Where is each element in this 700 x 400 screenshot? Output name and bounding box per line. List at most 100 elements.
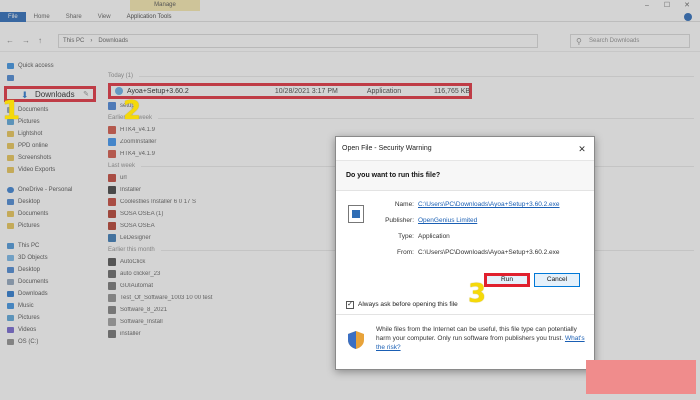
nav-quick-access[interactable]: Quick access (0, 60, 100, 72)
breadcrumb-downloads[interactable]: Downloads (98, 38, 128, 44)
name-value-link[interactable]: C:\Users\PC\Downloads\Ayoa+Setup+3.60.2.… (418, 201, 560, 208)
nav-label: Desktop (18, 267, 41, 273)
dialog-title: Open File - Security Warning (342, 145, 432, 152)
app-icon (108, 234, 116, 242)
nav-label: Downloads (35, 89, 75, 99)
forward-arrow-icon[interactable]: → (22, 36, 32, 45)
always-ask-checkbox[interactable]: ✓ (346, 301, 354, 309)
nav-onedrive-desktop[interactable]: Desktop (0, 196, 100, 208)
context-tab-manage[interactable]: Manage (130, 0, 200, 11)
group-header-today[interactable]: Today (1) (104, 70, 700, 82)
close-icon[interactable]: ✕ (576, 137, 588, 161)
file-name: GUIAutomat (120, 283, 154, 289)
nav-os-drive[interactable]: OS (C:) (0, 336, 100, 348)
warning-text: While files from the Internet can be use… (376, 326, 577, 342)
file-name: Software_8_2021 (120, 307, 168, 313)
maximize-button[interactable]: ☐ (658, 0, 676, 11)
name-label: Name: (394, 201, 414, 208)
group-label: Today (1) (108, 73, 134, 79)
nav-onedrive[interactable]: OneDrive - Personal (0, 184, 100, 196)
search-icon: ⚲ (576, 37, 582, 46)
help-icon[interactable] (684, 13, 692, 21)
dialog-question: Do you want to run this file? (336, 161, 594, 191)
nav-pc-pictures[interactable]: Pictures (0, 312, 100, 324)
nav-pc-downloads[interactable]: Downloads (0, 288, 100, 300)
file-details: Name: C:\Users\PC\Downloads\Ayoa+Setup+3… (336, 191, 594, 267)
computer-icon (7, 243, 14, 249)
nav-screenshots[interactable]: Screenshots (0, 152, 100, 164)
file-name: installer (120, 331, 141, 337)
step-number-1: 1 (2, 96, 21, 126)
from-value: C:\Users\PC\Downloads\Ayoa+Setup+3.60.2.… (418, 249, 560, 256)
cancel-button[interactable]: Cancel (534, 273, 580, 287)
file-name: SOSA OSEA (120, 223, 155, 229)
app-icon (108, 306, 116, 314)
desktop-icon (7, 75, 14, 81)
tab-file[interactable]: File (0, 12, 26, 22)
file-name: url (120, 175, 127, 181)
nav-3d-objects[interactable]: 3D Objects (0, 252, 100, 264)
always-ask-label[interactable]: Always ask before opening this file (358, 301, 458, 308)
tab-share[interactable]: Share (58, 12, 90, 22)
folder-icon (7, 143, 14, 149)
cloud-icon (7, 187, 14, 193)
nav-desktop[interactable] (0, 72, 100, 84)
nav-videos[interactable]: Videos (0, 324, 100, 336)
app-icon (108, 294, 116, 302)
publisher-label: Publisher: (385, 217, 414, 224)
nav-onedrive-documents[interactable]: Documents (0, 208, 100, 220)
close-window-button[interactable]: ✕ (678, 0, 696, 11)
download-icon (7, 291, 14, 297)
minimize-button[interactable]: – (638, 0, 656, 11)
app-icon (108, 318, 116, 326)
back-arrow-icon[interactable]: ← (6, 36, 16, 45)
app-icon (108, 270, 116, 278)
file-row[interactable]: HTK4_v4.1.9 (104, 124, 700, 136)
group-header-earlier-week[interactable]: Earlier this week (104, 112, 700, 124)
mytour-logo (586, 360, 696, 394)
address-bar[interactable]: This PC › Downloads (58, 33, 538, 48)
breadcrumb-thispc[interactable]: This PC (63, 38, 84, 44)
folder-icon (7, 211, 14, 217)
selected-file-row[interactable]: Ayoa+Setup+3.60.2 10/28/2021 3:17 PM App… (108, 83, 472, 99)
app-icon (108, 150, 116, 158)
type-value: Application (418, 233, 450, 240)
breadcrumb-separator-icon: › (90, 37, 93, 44)
nav-label: Pictures (18, 223, 40, 229)
desktop-icon (7, 267, 14, 273)
tab-home[interactable]: Home (26, 12, 58, 22)
dialog-title-bar[interactable]: Open File - Security Warning ✕ (336, 137, 594, 161)
tab-view[interactable]: View (90, 12, 119, 22)
star-icon (7, 63, 14, 69)
nav-label: Music (18, 303, 34, 309)
nav-label: Downloads (18, 291, 48, 297)
tab-application-tools[interactable]: Application Tools (119, 12, 180, 22)
publisher-link[interactable]: OpenGenius Limited (418, 217, 477, 224)
nav-label: Lightshot (18, 131, 43, 137)
nav-ppd-online[interactable]: PPD online (0, 140, 100, 152)
file-name: Software_Install (120, 319, 163, 325)
search-input[interactable]: Search Downloads ⚲ (570, 34, 690, 48)
ayoa-app-icon (115, 87, 123, 95)
file-name: AutoClick (120, 259, 146, 265)
nav-video-exports[interactable]: Video Exports (0, 164, 100, 176)
music-icon (7, 303, 14, 309)
app-icon (108, 126, 116, 134)
folder-icon (7, 155, 14, 161)
app-icon (108, 198, 116, 206)
download-arrow-icon: ⬇ (21, 90, 29, 100)
nav-lightshot[interactable]: Lightshot (0, 128, 100, 140)
nav-pc-documents[interactable]: Documents (0, 276, 100, 288)
nav-label: 3D Objects (18, 255, 48, 261)
nav-label: OneDrive - Personal (18, 187, 73, 193)
always-ask-row: ✓ Always ask before opening this file (336, 297, 594, 315)
run-button[interactable]: Run (484, 273, 530, 287)
divider (158, 117, 694, 119)
nav-onedrive-pictures[interactable]: Pictures (0, 220, 100, 232)
nav-pc-desktop[interactable]: Desktop (0, 264, 100, 276)
column-headers (104, 60, 700, 70)
nav-music[interactable]: Music (0, 300, 100, 312)
nav-this-pc[interactable]: This PC (0, 240, 100, 252)
up-arrow-icon[interactable]: ↑ (38, 36, 48, 45)
file-row[interactable]: setup (104, 100, 700, 112)
